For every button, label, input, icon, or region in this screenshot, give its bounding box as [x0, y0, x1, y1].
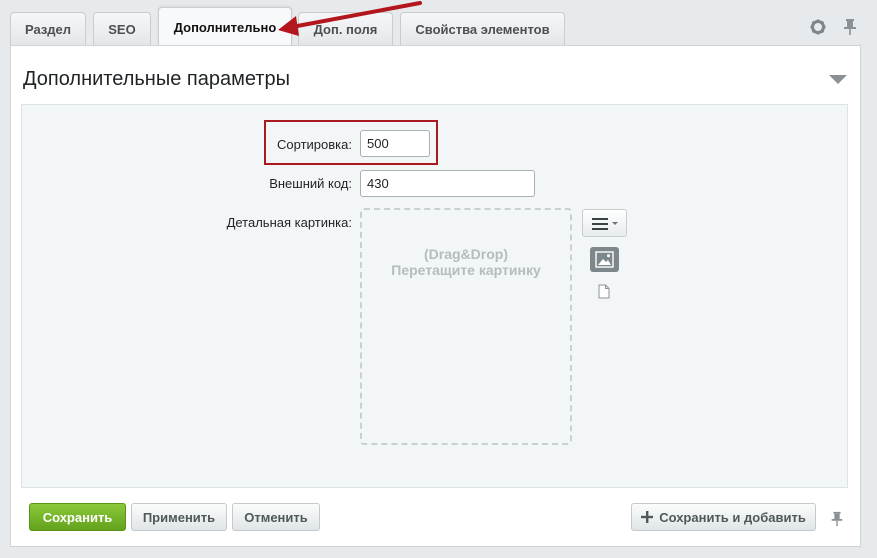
- picture-menu-button[interactable]: [582, 209, 627, 237]
- apply-button[interactable]: Применить: [131, 503, 227, 531]
- tab-seo[interactable]: SEO: [93, 12, 151, 46]
- plus-icon: [641, 511, 654, 523]
- dropzone-hint: (Drag&Drop): [424, 246, 508, 262]
- cancel-button[interactable]: Отменить: [232, 503, 320, 531]
- pin-icon[interactable]: [829, 509, 845, 529]
- tab-label: Свойства элементов: [415, 22, 550, 37]
- image-icon: [595, 251, 614, 268]
- save-button[interactable]: Сохранить: [29, 503, 126, 531]
- sort-input[interactable]: [360, 130, 430, 157]
- image-button[interactable]: [590, 247, 619, 272]
- apply-button-label: Применить: [142, 509, 216, 525]
- collapse-icon[interactable]: [829, 75, 847, 84]
- tab-label: Раздел: [24, 22, 72, 37]
- arrow-annotation: [278, 1, 422, 36]
- picture-label: Детальная картинка:: [226, 215, 352, 230]
- tab-label: Дополнительно: [173, 20, 277, 35]
- picture-dropzone[interactable]: (Drag&Drop) Перетащите картинку: [360, 208, 572, 445]
- file-icon[interactable]: [598, 284, 610, 299]
- save-button-label: Сохранить: [42, 509, 113, 525]
- section-title: Дополнительные параметры: [23, 68, 290, 90]
- save-and-add-button[interactable]: Сохранить и добавить: [631, 503, 816, 531]
- pin-icon[interactable]: [841, 18, 859, 36]
- external-code-input[interactable]: [360, 170, 535, 197]
- tab-label: SEO: [108, 22, 136, 37]
- tab-razdel[interactable]: Раздел: [10, 12, 86, 46]
- external-code-label: Внешний код:: [269, 176, 352, 191]
- cancel-button-label: Отменить: [244, 509, 308, 525]
- save-and-add-label: Сохранить и добавить: [659, 509, 806, 525]
- gear-icon[interactable]: [809, 18, 827, 36]
- dropzone-hint-text: Перетащите картинку: [391, 262, 541, 278]
- sort-label: Сортировка:: [277, 137, 352, 152]
- menu-icon: [592, 218, 618, 230]
